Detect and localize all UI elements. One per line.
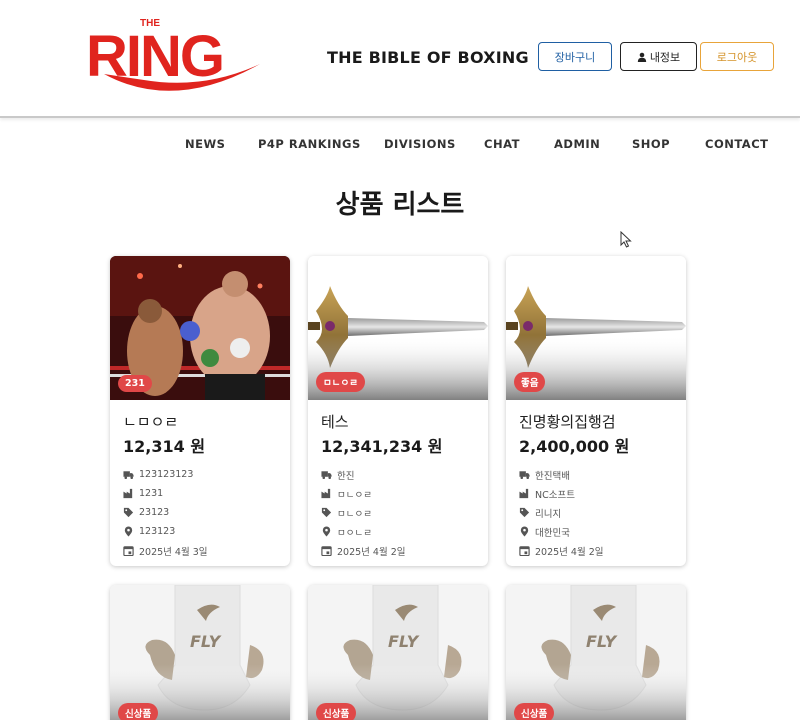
product-location-value: 123123 [139, 526, 176, 537]
truck-icon [519, 471, 530, 479]
product-image: FLY 신상품 [110, 585, 290, 720]
product-date-value: 2025년 4월 2일 [337, 546, 406, 558]
map-pin-icon [124, 526, 133, 537]
tag-icon [321, 507, 332, 518]
tag-icon [123, 507, 134, 518]
product-tag-value: 23123 [139, 507, 170, 518]
product-maker-value: ㅁㄴㅇㄹ [337, 489, 372, 501]
map-pin-icon [322, 526, 331, 537]
product-badge: 신상품 [118, 703, 159, 720]
nav-contact[interactable]: CONTACT [705, 137, 768, 151]
product-image: 231 [110, 256, 290, 400]
product-name: 테스 [321, 413, 349, 431]
truck-icon [321, 471, 332, 479]
product-date-value: 2025년 4월 2일 [535, 546, 604, 558]
product-badge: 231 [118, 375, 152, 392]
product-badge: 좋음 [514, 372, 546, 392]
nav-chat[interactable]: CHAT [484, 137, 520, 151]
factory-icon [321, 488, 331, 499]
product-shipping-value: 123123123 [139, 469, 194, 480]
product-shipping: 한진 [321, 465, 475, 484]
product-tag: 리니지 [519, 503, 673, 522]
product-shipping: 한진택배 [519, 465, 673, 484]
product-card[interactable]: ㅁㄴㅇㄹ 테스 12,341,234 원 한진 ㅁㄴㅇㄹ ㅁㄴㅇㄹ ㅁㅇㄴㄹ 2… [308, 256, 488, 566]
product-location: 대한민국 [519, 522, 673, 541]
product-shipping-value: 한진 [337, 470, 355, 482]
product-location-value: ㅁㅇㄴㄹ [337, 527, 372, 539]
main-nav: NEWS P4P RANKINGS DIVISIONS CHAT ADMIN S… [0, 137, 800, 155]
product-location-value: 대한민국 [535, 527, 570, 539]
product-card[interactable]: FLY 신상품 [506, 585, 686, 720]
product-card[interactable]: 231 ㄴㅁㅇㄹ 12,314 원 123123123 1231 23123 1… [110, 256, 290, 566]
product-card[interactable]: FLY 신상품 [110, 585, 290, 720]
product-image: FLY 신상품 [308, 585, 488, 720]
calendar-icon [123, 546, 134, 556]
product-shipping: 123123123 [123, 465, 277, 484]
product-maker-value: NC소프트 [535, 489, 575, 501]
my-info-button-label: 내정보 [649, 50, 681, 64]
logout-button[interactable]: 로그아웃 [700, 42, 774, 71]
calendar-icon [321, 546, 332, 556]
nav-divisions[interactable]: DIVISIONS [384, 137, 456, 151]
product-image: FLY 신상품 [506, 585, 686, 720]
mouse-cursor-icon [620, 231, 632, 248]
product-badge: 신상품 [514, 703, 555, 720]
calendar-icon [519, 546, 530, 556]
site-tagline: THE BIBLE OF BOXING [327, 48, 529, 67]
product-price: 2,400,000 원 [519, 437, 630, 456]
product-badge: 신상품 [316, 703, 357, 720]
product-date: 2025년 4월 2일 [321, 541, 475, 560]
product-location: 123123 [123, 522, 277, 541]
product-card[interactable]: FLY 신상품 [308, 585, 488, 720]
product-date-value: 2025년 4월 3일 [139, 546, 208, 558]
product-maker: 1231 [123, 484, 277, 503]
map-pin-icon [520, 526, 529, 537]
factory-icon [123, 488, 133, 499]
product-date: 2025년 4월 3일 [123, 541, 277, 560]
nav-admin[interactable]: ADMIN [554, 137, 600, 151]
product-name: ㄴㅁㅇㄹ [123, 413, 179, 431]
product-maker-value: 1231 [139, 488, 164, 499]
nav-shop[interactable]: SHOP [632, 137, 670, 151]
logo-big-text: RING [86, 24, 223, 89]
user-icon [637, 52, 647, 62]
product-maker: NC소프트 [519, 484, 673, 503]
product-card[interactable]: 좋음 진명황의집행검 2,400,000 원 한진택배 NC소프트 리니지 대한… [506, 256, 686, 566]
nav-news[interactable]: NEWS [185, 137, 225, 151]
product-tag-value: 리니지 [535, 508, 562, 520]
product-badge: ㅁㄴㅇㄹ [316, 372, 365, 392]
product-tag: 23123 [123, 503, 277, 522]
product-tag-value: ㅁㄴㅇㄹ [337, 508, 372, 520]
product-price: 12,314 원 [123, 437, 206, 456]
product-image: 좋음 [506, 256, 686, 400]
cart-button[interactable]: 장바구니 [538, 42, 612, 71]
product-date: 2025년 4월 2일 [519, 541, 673, 560]
nav-p4p-rankings[interactable]: P4P RANKINGS [258, 137, 361, 151]
truck-icon [123, 471, 134, 479]
product-name: 진명황의집행검 [519, 413, 616, 431]
logout-button-label: 로그아웃 [716, 50, 758, 64]
product-location: ㅁㅇㄴㄹ [321, 522, 475, 541]
site-header: THE RING THE BIBLE OF BOXING 장바구니 내정보 로그… [0, 0, 800, 118]
the-ring-logo[interactable]: THE RING [84, 12, 268, 100]
cart-button-label: 장바구니 [554, 50, 596, 64]
product-maker: ㅁㄴㅇㄹ [321, 484, 475, 503]
product-shipping-value: 한진택배 [535, 470, 570, 482]
page-title: 상품 리스트 [335, 190, 465, 220]
tag-icon [519, 507, 530, 518]
my-info-button[interactable]: 내정보 [620, 42, 697, 71]
product-price: 12,341,234 원 [321, 437, 443, 456]
factory-icon [519, 488, 529, 499]
product-tag: ㅁㄴㅇㄹ [321, 503, 475, 522]
product-image: ㅁㄴㅇㄹ [308, 256, 488, 400]
